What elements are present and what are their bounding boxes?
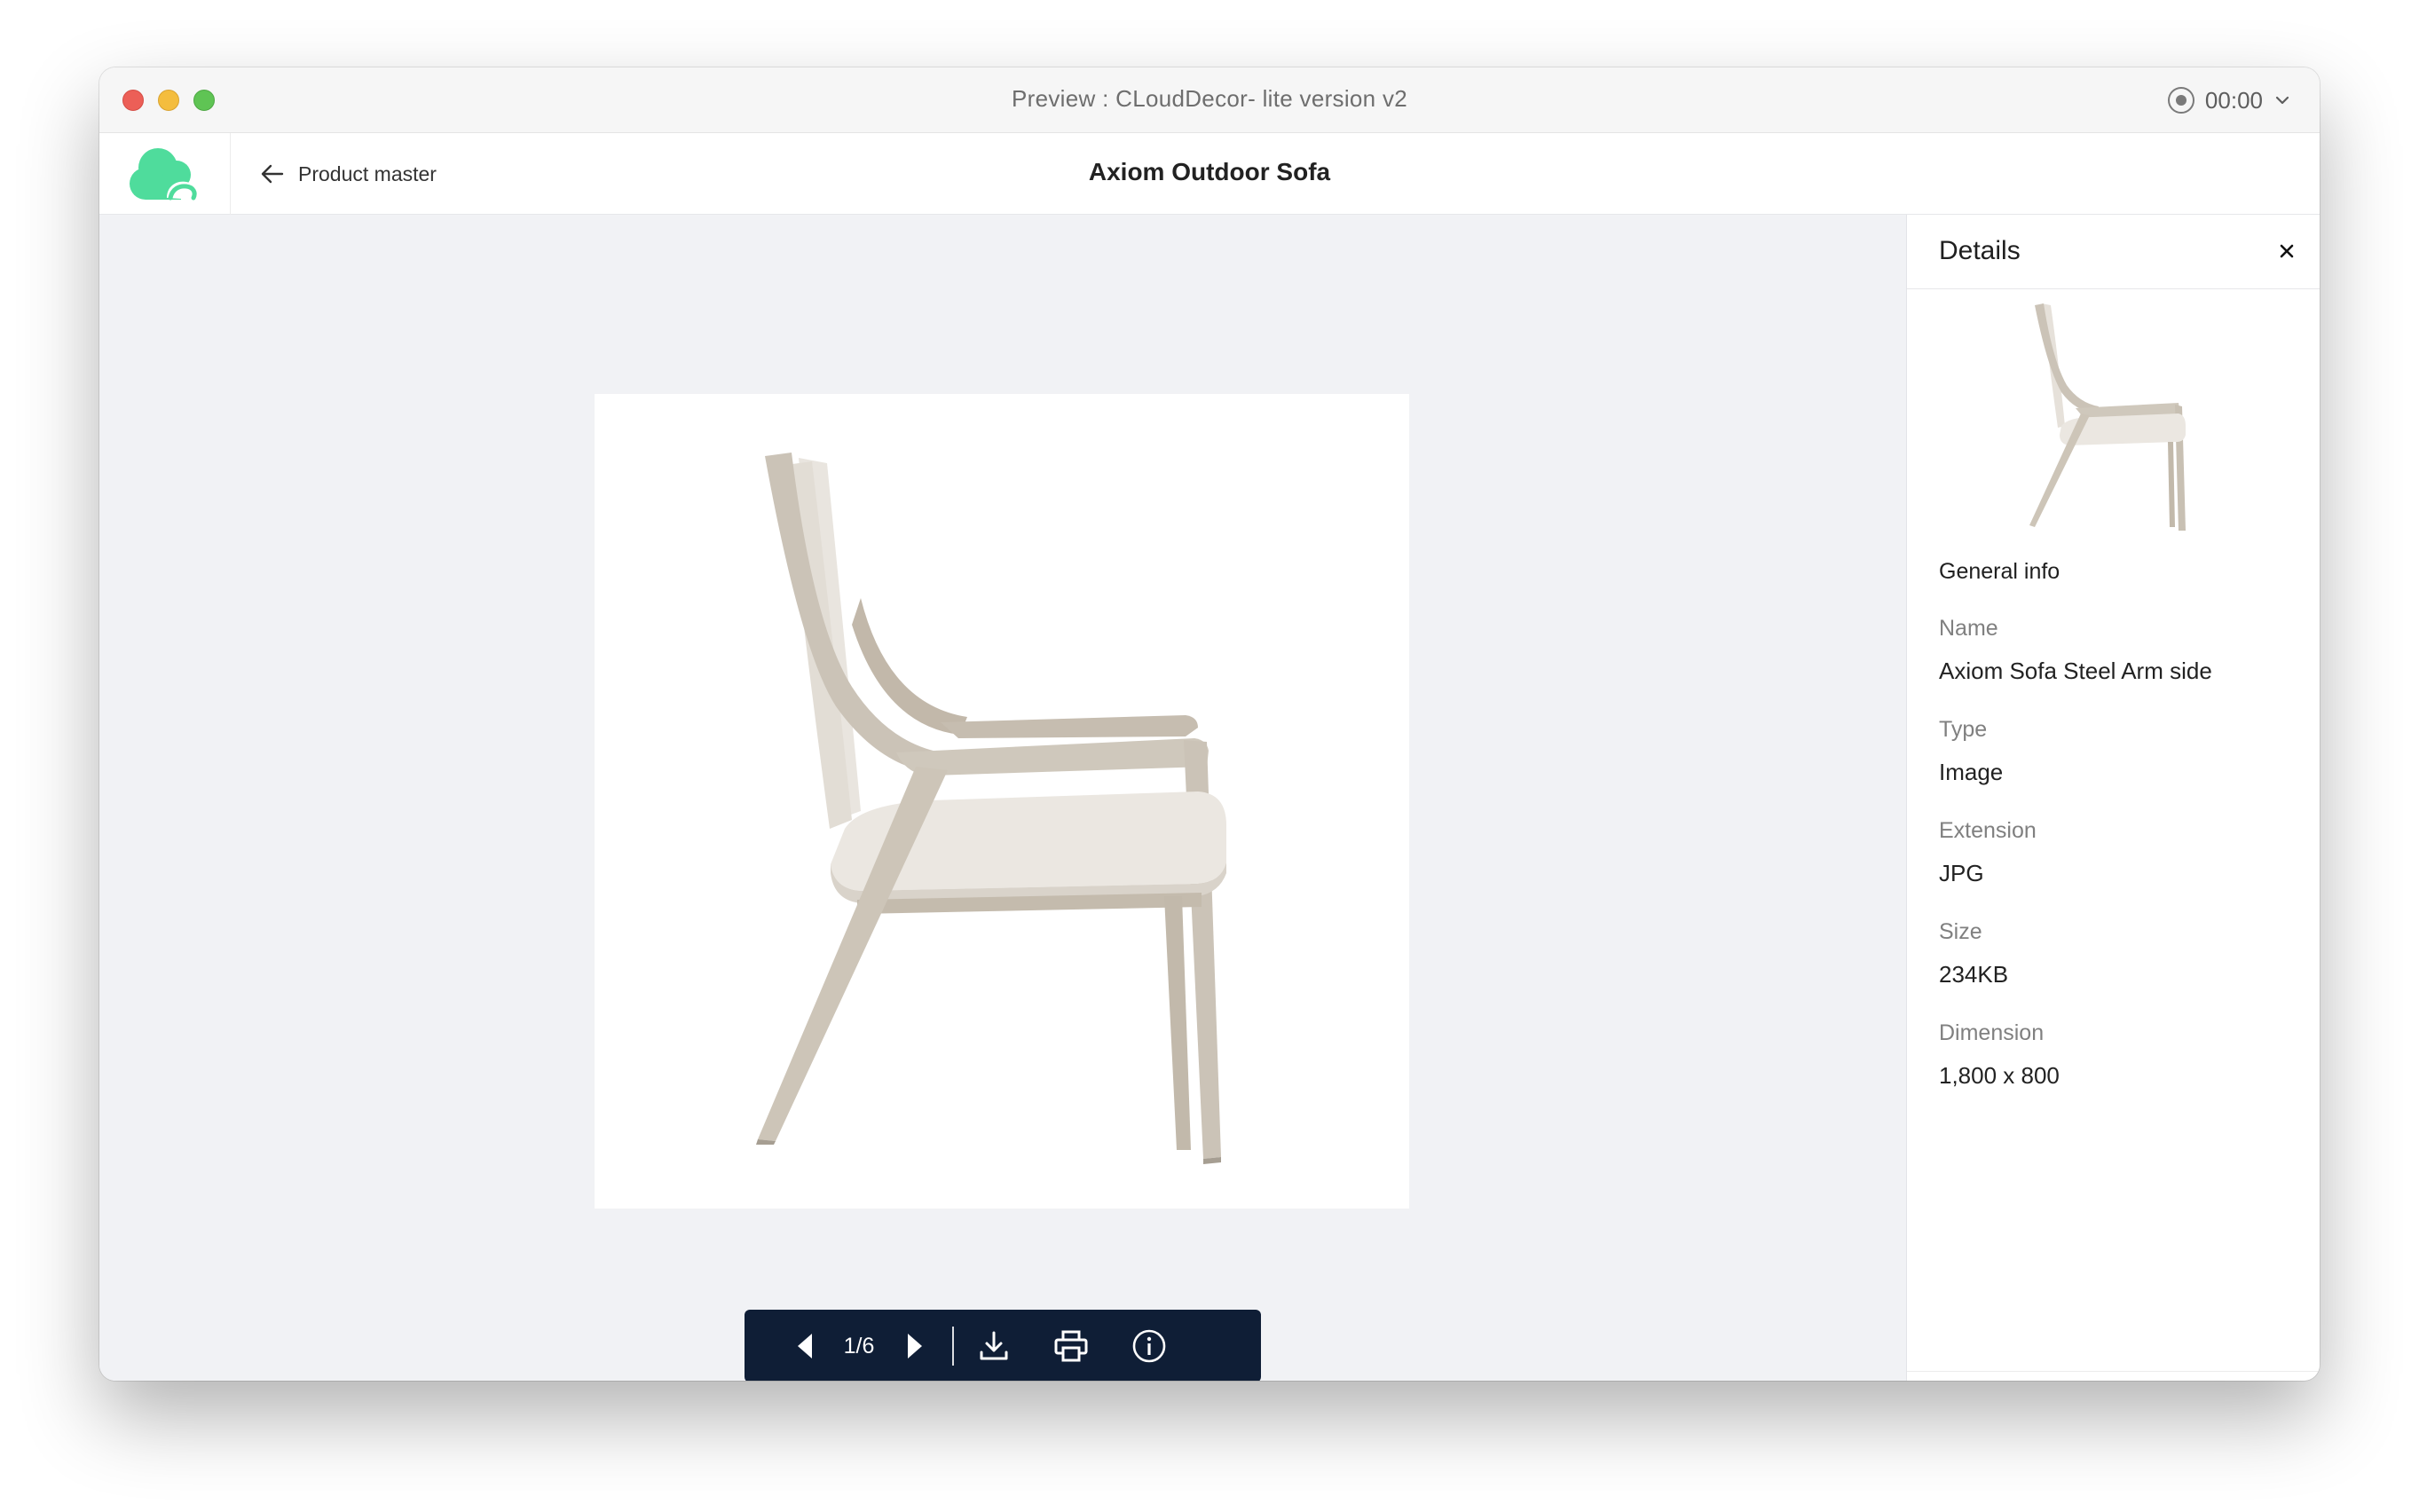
download-button[interactable] [977, 1329, 1011, 1363]
details-thumbnail [2022, 293, 2205, 532]
general-info-heading: General info [1939, 559, 2060, 584]
field-name: Name Axiom Sofa Steel Arm side [1939, 616, 2212, 685]
field-label: Type [1939, 717, 1988, 742]
chair-thumbnail-image [2029, 303, 2186, 531]
field-label: Size [1939, 919, 1982, 944]
preview-image [595, 394, 1409, 1209]
details-title: Details [1939, 236, 2021, 265]
panel-divider [1907, 1371, 2320, 1372]
download-icon [980, 1331, 1008, 1360]
chair-image [756, 453, 1226, 1164]
field-value: 234KB [1939, 961, 2009, 988]
field-extension: Extension JPG [1939, 818, 2037, 887]
details-close-button[interactable] [2272, 236, 2302, 266]
field-label: Name [1939, 616, 1998, 641]
chevron-down-icon[interactable] [2273, 91, 2291, 109]
field-label: Dimension [1939, 1020, 2045, 1045]
page-counter: 1/6 [843, 1333, 875, 1358]
details-panel: Details General info Name Axiom Sofa Ste… [1906, 215, 2320, 1381]
app-logo[interactable] [99, 133, 231, 215]
info-icon [1132, 1329, 1166, 1363]
field-dimension: Dimension 1,800 x 800 [1939, 1020, 2060, 1090]
field-label: Extension [1939, 818, 2037, 843]
field-size: Size 234KB [1939, 919, 2008, 988]
toolbar-divider [952, 1327, 954, 1366]
field-value: Axiom Sofa Steel Arm side [1939, 658, 2212, 684]
field-type: Type Image [1939, 717, 2003, 786]
field-value: JPG [1939, 860, 1984, 886]
back-link-label: Product master [298, 161, 437, 185]
record-icon [2167, 87, 2194, 114]
app-header: Product master Axiom Outdoor Sofa [99, 133, 2320, 215]
info-button[interactable] [1131, 1328, 1167, 1364]
print-button[interactable] [1053, 1329, 1089, 1363]
triangle-right-icon [908, 1334, 922, 1358]
screen-recorder[interactable]: 00:00 [2167, 83, 2291, 117]
back-to-product-master-link[interactable]: Product master [259, 156, 437, 192]
close-icon [2280, 244, 2294, 258]
arrow-left-icon [261, 164, 284, 184]
previous-button[interactable] [794, 1332, 816, 1360]
next-button[interactable] [904, 1332, 926, 1360]
field-value: Image [1939, 759, 2004, 785]
field-value: 1,800 x 800 [1939, 1062, 2060, 1089]
app-window: Preview : CLoudDecor- lite version v2 00… [99, 67, 2320, 1381]
image-viewer: 1/6 [99, 215, 1906, 1381]
window-title: Preview : CLoudDecor- lite version v2 [1011, 85, 1408, 112]
title-bar: Preview : CLoudDecor- lite version v2 00… [99, 67, 2320, 133]
recorder-time: 00:00 [2204, 86, 2263, 114]
viewer-toolbar: 1/6 [745, 1310, 1261, 1381]
details-header: Details [1907, 215, 2320, 289]
cloud-logo-icon [129, 148, 198, 201]
print-icon [1054, 1330, 1088, 1362]
triangle-left-icon [798, 1334, 812, 1358]
